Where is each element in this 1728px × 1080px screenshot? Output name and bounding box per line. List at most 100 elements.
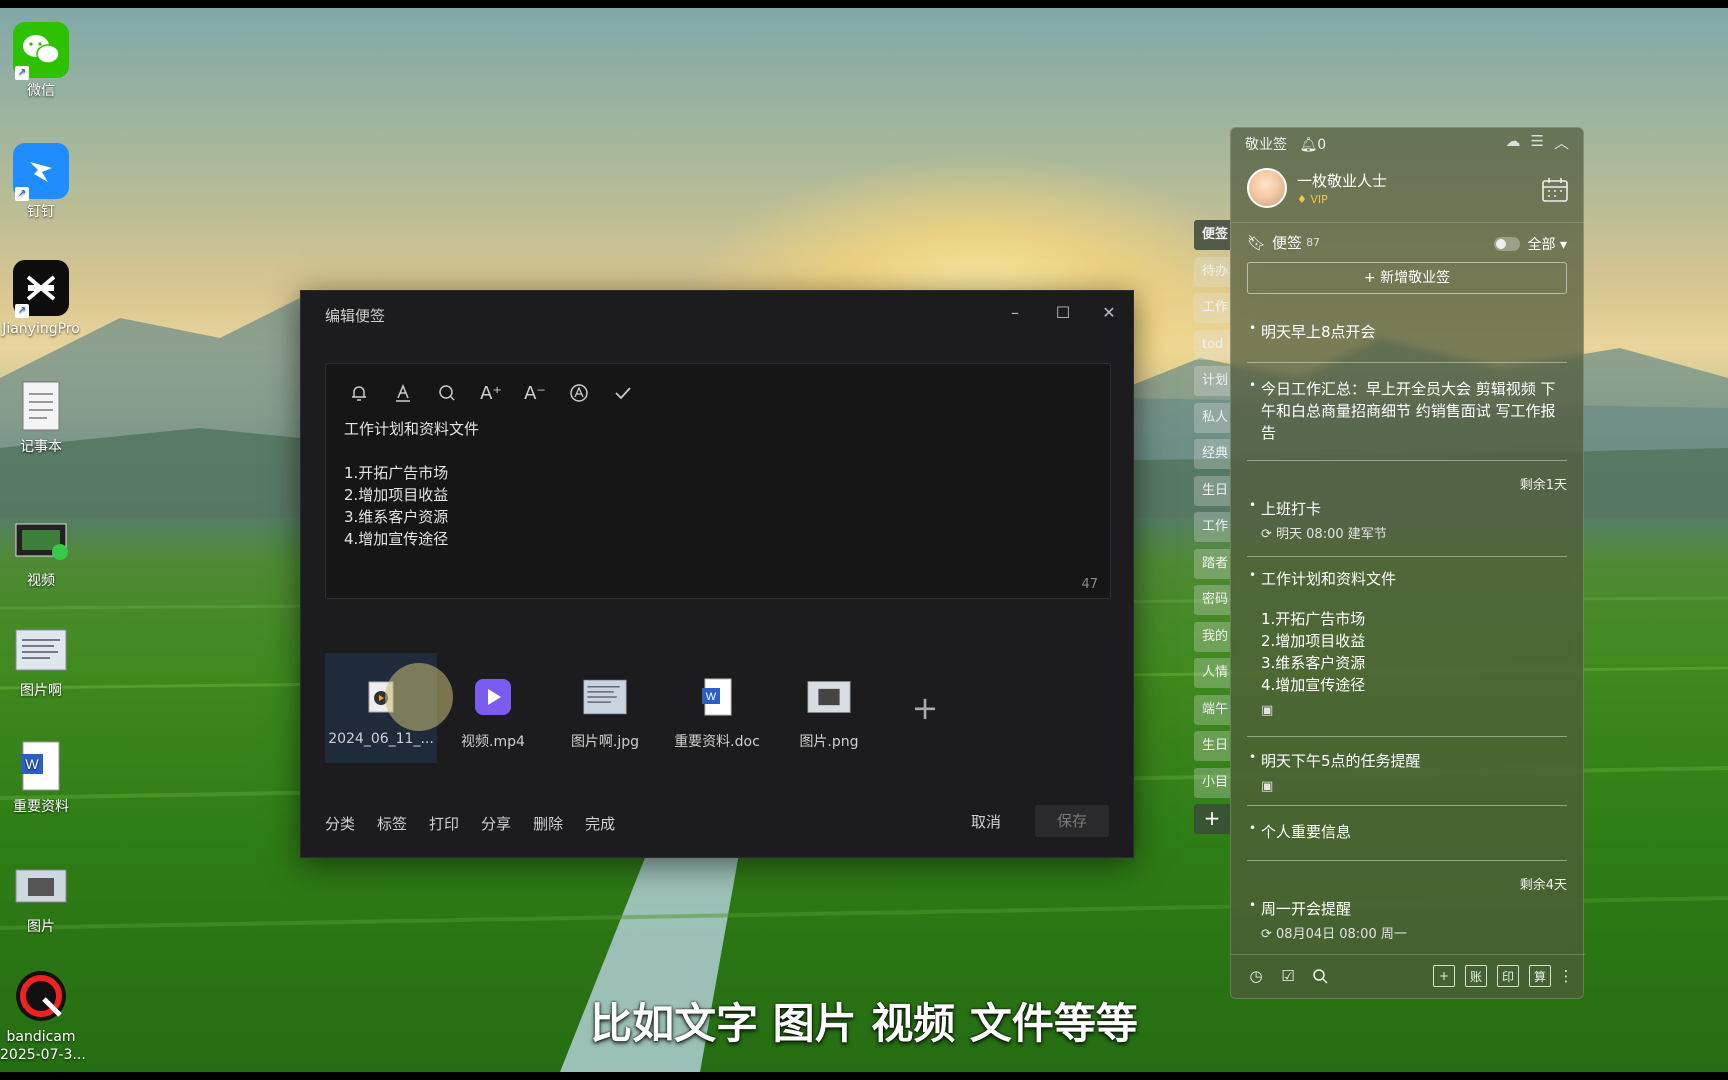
maximize-button[interactable]: ☐ xyxy=(1043,299,1083,327)
word-icon: W xyxy=(695,675,739,719)
tab-plan[interactable]: 计划 xyxy=(1194,366,1230,396)
note-count: 87 xyxy=(1306,236,1321,249)
calendar-icon[interactable] xyxy=(1541,176,1569,204)
format-icon[interactable] xyxy=(566,380,592,406)
note-divider xyxy=(1247,362,1567,363)
cancel-button[interactable]: 取消 xyxy=(971,811,1001,832)
attachment-item[interactable]: 图片啊.jpg xyxy=(549,653,661,763)
note-item[interactable]: 个人重要信息 xyxy=(1249,817,1561,843)
delete-button[interactable]: 删除 xyxy=(533,813,563,834)
tag-button[interactable]: 标签 xyxy=(377,813,407,834)
save-button[interactable]: 保存 xyxy=(1035,805,1109,837)
more-icon[interactable]: ⋮ xyxy=(1559,965,1574,987)
attachment-name: 图片.png xyxy=(799,734,859,750)
tab-small-goal[interactable]: 小目 xyxy=(1194,767,1230,798)
attachment-item[interactable]: W 重要资料.doc xyxy=(661,653,773,763)
done-button[interactable]: 完成 xyxy=(585,813,615,834)
print-button[interactable]: 打印 xyxy=(429,813,459,834)
attachment-list: 2024_06_11_... 视频.mp4 图片啊.jpg W 重要资料.doc… xyxy=(325,653,965,763)
attachment-name: 图片啊.jpg xyxy=(570,734,640,750)
attachment-item[interactable]: 视频.mp4 xyxy=(437,653,549,763)
tab-birthday[interactable]: 生日 xyxy=(1194,475,1230,506)
tab-favors[interactable]: 人情 xyxy=(1194,658,1230,688)
attachment-indicator-icon: ▣ xyxy=(1261,703,1274,718)
calculator-icon[interactable]: 算 xyxy=(1529,965,1551,987)
desktop-icon-jianying[interactable]: ↗ JianyingPro xyxy=(0,260,82,338)
account-icon[interactable]: 账 xyxy=(1465,965,1487,987)
desktop-icon-image-ah[interactable]: 图片啊 xyxy=(0,622,82,700)
tab-notes[interactable]: 便签 xyxy=(1194,220,1230,250)
desktop-icon-dingtalk[interactable]: ↗ 钉钉 xyxy=(0,143,82,221)
window-title: 编辑便签 xyxy=(325,307,386,325)
bell-icon[interactable] xyxy=(346,380,372,406)
note-item[interactable]: 工作计划和资料文件 1.开拓广告市场 2.增加项目收益 3.维系客户资源 4.增… xyxy=(1249,564,1561,722)
note-editor[interactable]: A⁺ A⁻ 工作计划和资料文件 1.开拓广告市场 2.增加项目收益 3.维系客户… xyxy=(325,363,1111,599)
tab-mine[interactable]: 我的 xyxy=(1194,621,1230,652)
font-increase-icon[interactable]: A⁺ xyxy=(478,380,504,406)
avatar[interactable] xyxy=(1247,168,1287,208)
menu-icon[interactable]: ☰ xyxy=(1531,132,1544,153)
note-text: 周一开会提醒 xyxy=(1261,900,1352,918)
desktop-icon-wechat[interactable]: ↗ 微信 xyxy=(0,22,82,100)
video-subtitle: 比如文字 图片 视频 文件等等 xyxy=(590,999,1138,1048)
attachment-name: 重要资料.doc xyxy=(674,734,760,750)
note-text: 工作计划和资料文件 xyxy=(1261,570,1397,588)
note-text: 明天早上8点开会 xyxy=(1261,323,1376,341)
new-note-button[interactable]: + 新增敬业签 xyxy=(1247,262,1567,294)
image-file-icon xyxy=(13,622,69,678)
note-item[interactable]: 周一开会提醒 ⟳ 08月04日 08:00 周一 xyxy=(1249,894,1561,946)
user-profile[interactable]: 一枚敬业人士 ♦ VIP xyxy=(1247,168,1387,208)
note-divider xyxy=(1247,556,1567,557)
filter-dropdown[interactable]: 全部 ▾ xyxy=(1528,234,1567,254)
add-attachment-button[interactable]: + xyxy=(885,653,965,763)
tab-password[interactable]: 密码 xyxy=(1194,585,1230,615)
divider xyxy=(1231,222,1585,223)
word-file-icon: W xyxy=(13,738,69,794)
add-category-button[interactable]: + xyxy=(1194,804,1230,834)
tab-work[interactable]: 工作 xyxy=(1194,293,1230,323)
svg-text:W: W xyxy=(25,756,39,772)
font-color-icon[interactable] xyxy=(390,380,416,406)
font-decrease-icon[interactable]: A⁻ xyxy=(522,380,548,406)
tab-birthday-2[interactable]: 生日 xyxy=(1194,731,1230,761)
clock-icon[interactable]: ◷ xyxy=(1245,965,1267,987)
category-button[interactable]: 分类 xyxy=(325,813,355,834)
reminder-info: ⟳ 明天 08:00 建军节 xyxy=(1261,527,1387,542)
attachment-item[interactable]: 2024_06_11_... xyxy=(325,653,453,763)
note-item[interactable]: 上班打卡 ⟳ 明天 08:00 建军节 xyxy=(1249,494,1561,546)
desktop-icon-video[interactable]: 视频 xyxy=(0,512,82,590)
print-icon[interactable]: 印 xyxy=(1497,965,1519,987)
tab-todo[interactable]: 待办 xyxy=(1194,256,1230,287)
tab-9[interactable]: 踏者 xyxy=(1194,548,1230,579)
tab-private[interactable]: 私人 xyxy=(1194,402,1230,433)
tab-work-2[interactable]: 工作 xyxy=(1194,512,1230,542)
close-button[interactable]: ✕ xyxy=(1089,299,1129,327)
add-icon[interactable]: + xyxy=(1433,965,1455,987)
toggle-switch[interactable] xyxy=(1493,237,1520,251)
tab-tod[interactable]: tod xyxy=(1194,329,1230,360)
note-item[interactable]: 今日工作汇总：早上开全员大会 剪辑视频 下午和白总商量招商细节 约销售面试 写工… xyxy=(1249,374,1561,444)
share-button[interactable]: 分享 xyxy=(481,813,511,834)
check-box-icon[interactable]: ☑ xyxy=(1277,965,1299,987)
tab-classic[interactable]: 经典 xyxy=(1194,439,1230,469)
note-text: 上班打卡 xyxy=(1261,500,1322,518)
desktop-icon-image[interactable]: 图片 xyxy=(0,858,82,936)
search-icon[interactable] xyxy=(1309,965,1331,987)
vip-badge: ♦ VIP xyxy=(1297,193,1328,206)
desktop-icon-notepad[interactable]: 记事本 xyxy=(0,378,82,456)
bell-icon[interactable]: 🔔︎ xyxy=(1299,137,1317,153)
top-letterbox xyxy=(0,0,1728,8)
desktop-icon-label: 记事本 xyxy=(20,439,62,455)
note-item[interactable]: 明天早上8点开会 xyxy=(1249,317,1561,343)
minimize-button[interactable]: – xyxy=(995,299,1035,327)
attachment-item[interactable]: 图片.png xyxy=(773,653,885,763)
check-icon[interactable] xyxy=(610,380,636,406)
note-item[interactable]: 明天下午5点的任务提醒 ▣ xyxy=(1249,746,1561,798)
cloud-sync-icon[interactable]: ☁ xyxy=(1506,132,1521,153)
collapse-icon[interactable]: ︿ xyxy=(1554,132,1569,153)
tab-dragon-boat[interactable]: 端午 xyxy=(1194,694,1230,725)
desktop-icon-important-doc[interactable]: W 重要资料 xyxy=(0,738,82,816)
note-content[interactable]: 工作计划和资料文件 1.开拓广告市场 2.增加项目收益 3.维系客户资源 4.增… xyxy=(344,418,479,550)
search-icon[interactable] xyxy=(434,380,460,406)
video-file-icon xyxy=(13,512,69,568)
